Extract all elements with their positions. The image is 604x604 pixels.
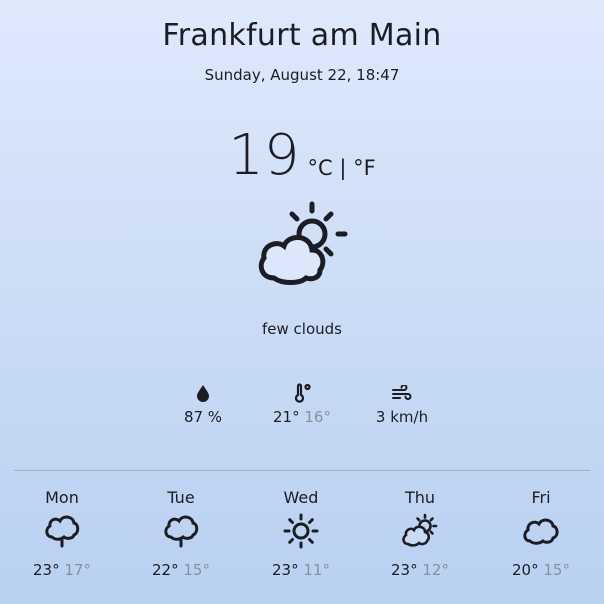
humidity-stat: 87 % xyxy=(148,382,258,426)
city-title: Frankfurt am Main xyxy=(162,18,442,53)
rain-cloud-icon xyxy=(131,511,231,551)
daily-high: 21° xyxy=(273,408,300,426)
weather-description: few clouds xyxy=(262,320,342,338)
cloud-icon xyxy=(491,511,591,551)
temperature-value: 19 xyxy=(228,123,300,188)
unit-toggle: °C | °F xyxy=(308,156,376,180)
temperature-range-stat: 21° 16° xyxy=(247,382,357,426)
forecast-day-name: Fri xyxy=(531,488,551,507)
current-temperature: 19 °C | °F xyxy=(0,126,604,186)
date-time: Sunday, August 22, 18:47 xyxy=(204,66,400,84)
forecast-day-name: Tue xyxy=(167,488,195,507)
temperature-range: 21° 16° xyxy=(247,408,357,426)
unit-separator: | xyxy=(339,156,347,180)
forecast-low: 17° xyxy=(64,561,91,579)
forecast-low: 12° xyxy=(422,561,449,579)
celsius-toggle[interactable]: °C xyxy=(308,156,333,180)
forecast-temps: 22° 15° xyxy=(131,561,231,579)
daily-low: 16° xyxy=(304,408,331,426)
forecast-high: 23° xyxy=(33,561,60,579)
forecast-temps: 20° 15° xyxy=(491,561,591,579)
wind-stat: 3 km/h xyxy=(347,382,457,426)
forecast-day: Mon 23° 17° xyxy=(12,488,112,579)
divider xyxy=(14,470,590,471)
forecast-low: 15° xyxy=(183,561,210,579)
sun-icon xyxy=(251,511,351,551)
sun-behind-cloud-icon xyxy=(252,198,352,288)
humidity-value: 87 % xyxy=(183,408,223,426)
water-drop-icon xyxy=(148,382,258,404)
forecast-temps: 23° 12° xyxy=(370,561,470,579)
forecast-day-name: Mon xyxy=(45,488,79,507)
forecast-low: 11° xyxy=(303,561,330,579)
forecast-day-name: Wed xyxy=(283,488,319,507)
fahrenheit-toggle[interactable]: °F xyxy=(353,156,376,180)
forecast-high: 22° xyxy=(152,561,179,579)
forecast-high: 23° xyxy=(391,561,418,579)
forecast-day-name: Thu xyxy=(404,488,436,507)
forecast-day: Wed 23° 11° xyxy=(251,488,351,579)
forecast-day: Tue 22° 15° xyxy=(131,488,231,579)
forecast-high: 23° xyxy=(272,561,299,579)
wind-icon xyxy=(347,382,457,404)
rain-cloud-icon xyxy=(12,511,112,551)
thermometer-icon xyxy=(247,382,357,404)
forecast-low: 15° xyxy=(543,561,570,579)
forecast-day: Fri 20° 15° xyxy=(491,488,591,579)
wind-value: 3 km/h xyxy=(375,408,429,426)
sun-behind-cloud-icon xyxy=(370,511,470,551)
forecast-day: Thu 23° 12° xyxy=(370,488,470,579)
forecast-high: 20° xyxy=(512,561,539,579)
forecast-temps: 23° 11° xyxy=(251,561,351,579)
forecast-temps: 23° 17° xyxy=(12,561,112,579)
